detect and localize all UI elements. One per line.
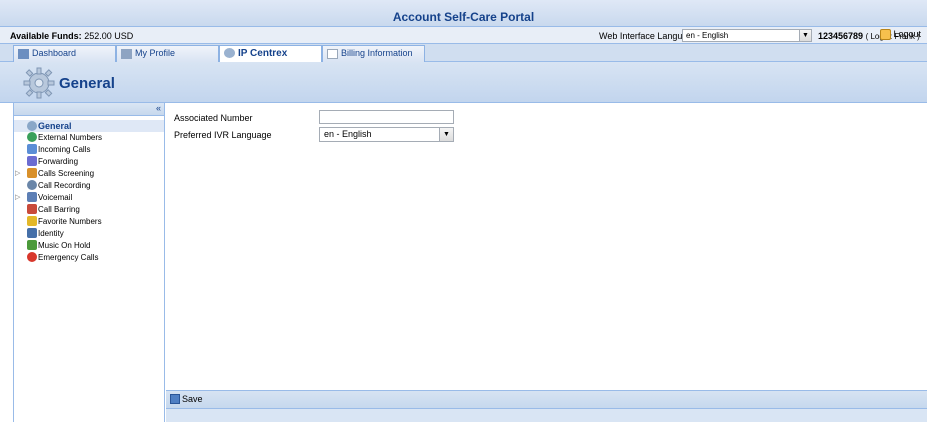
sidebar-item-voicemail[interactable]: ▷ Voicemail [14, 192, 164, 204]
sidebar-item-call-recording[interactable]: Call Recording [14, 180, 164, 192]
ivr-language-value: en - English [324, 129, 372, 139]
interface-language-select[interactable]: en - English ▼ [682, 29, 812, 42]
sidebar-item-label: Call Recording [38, 181, 91, 190]
sidebar-item-general[interactable]: General [14, 120, 164, 132]
sidebar-item-forwarding[interactable]: Forwarding [14, 156, 164, 168]
ivr-language-label: Preferred IVR Language [174, 130, 272, 140]
sidebar-item-label: Forwarding [38, 157, 79, 166]
title-bar: Account Self-Care Portal [0, 0, 927, 27]
save-button[interactable]: Save [170, 394, 203, 404]
sidebar-item-label: Calls Screening [38, 169, 95, 178]
phone-in-icon [27, 144, 37, 154]
identity-icon [27, 228, 37, 238]
dashboard-icon [18, 48, 29, 59]
sidebar-tree: General External Numbers Incoming Calls … [14, 116, 164, 264]
sidebar-item-label: Voicemail [38, 193, 73, 202]
profile-icon [121, 48, 132, 59]
sidebar-item-label: Favorite Numbers [38, 217, 102, 226]
funds-label: Available Funds: [10, 31, 82, 41]
funds-value: 252.00 USD [84, 31, 134, 41]
page-title: General [59, 75, 115, 92]
sidebar-item-label: External Numbers [38, 133, 103, 142]
gear-icon [27, 121, 37, 131]
star-icon [27, 216, 37, 226]
sidebar-item-call-barring[interactable]: Call Barring [14, 204, 164, 216]
associated-number-label: Associated Number [174, 113, 253, 123]
chevron-down-icon[interactable]: ▼ [799, 30, 811, 41]
globe-icon [27, 132, 37, 142]
bottom-toolbar: Save [166, 390, 927, 409]
gear-icon [224, 48, 235, 59]
main-panel: Associated Number Preferred IVR Language… [166, 103, 927, 422]
associated-number-field[interactable] [319, 110, 454, 124]
barring-icon [27, 204, 37, 214]
forward-icon [27, 156, 37, 166]
screening-icon [27, 168, 37, 178]
tab-label: Billing Information [341, 48, 413, 58]
tab-label: My Profile [135, 48, 176, 58]
tab-my-profile[interactable]: My Profile [116, 45, 219, 62]
tab-billing-information[interactable]: Billing Information [322, 45, 425, 62]
save-icon [170, 394, 180, 404]
sidebar-item-label: Emergency Calls [38, 253, 99, 262]
sidebar-item-identity[interactable]: Identity [14, 228, 164, 240]
info-bar: Available Funds: 252.00 USD Web Interfac… [0, 27, 927, 44]
sidebar-item-label: Identity [38, 229, 64, 238]
ivr-language-select[interactable]: en - English ▼ [319, 127, 454, 142]
document-icon [327, 48, 338, 59]
chevron-down-icon[interactable]: ▼ [439, 128, 453, 141]
recording-icon [27, 180, 37, 190]
sidebar-header: « [14, 103, 164, 116]
tab-dashboard[interactable]: Dashboard [13, 45, 116, 62]
expand-icon[interactable]: ▷ [15, 168, 20, 180]
sidebar-item-favorite-numbers[interactable]: Favorite Numbers [14, 216, 164, 228]
sidebar-item-music-on-hold[interactable]: Music On Hold [14, 240, 164, 252]
logout-label: Logout [893, 29, 922, 39]
tab-ip-centrex[interactable]: IP Centrex [219, 45, 322, 62]
tab-bar: Dashboard My Profile IP Centrex Billing … [0, 44, 927, 62]
sidebar-item-label: Incoming Calls [38, 145, 91, 154]
sidebar-item-calls-screening[interactable]: ▷ Calls Screening [14, 168, 164, 180]
expand-icon[interactable]: ▷ [15, 192, 20, 204]
save-label: Save [182, 394, 203, 404]
status-bar [166, 409, 927, 422]
sidebar-item-label: Call Barring [38, 205, 80, 214]
interface-language-value: en - English [686, 31, 729, 40]
tab-label: Dashboard [32, 48, 77, 58]
voicemail-icon [27, 192, 37, 202]
sidebar-item-emergency-calls[interactable]: Emergency Calls [14, 252, 164, 264]
account-number: 123456789 [818, 31, 864, 41]
logout-button[interactable]: Logout [880, 29, 922, 41]
collapse-icon[interactable]: « [156, 103, 161, 113]
app-title: Account Self-Care Portal [392, 10, 535, 24]
sidebar-item-label: General [38, 121, 72, 131]
music-icon [27, 240, 37, 250]
sidebar-item-external-numbers[interactable]: External Numbers [14, 132, 164, 144]
sidebar-item-label: Music On Hold [38, 241, 91, 250]
emergency-icon [27, 252, 37, 262]
lock-icon [880, 29, 891, 41]
sidebar: « General External Numbers Incoming Call… [13, 103, 165, 422]
tab-label: IP Centrex [238, 48, 288, 59]
sidebar-item-incoming-calls[interactable]: Incoming Calls [14, 144, 164, 156]
gear-icon [23, 67, 55, 99]
page-header: General [0, 62, 927, 103]
available-funds: Available Funds: 252.00 USD [10, 31, 133, 41]
